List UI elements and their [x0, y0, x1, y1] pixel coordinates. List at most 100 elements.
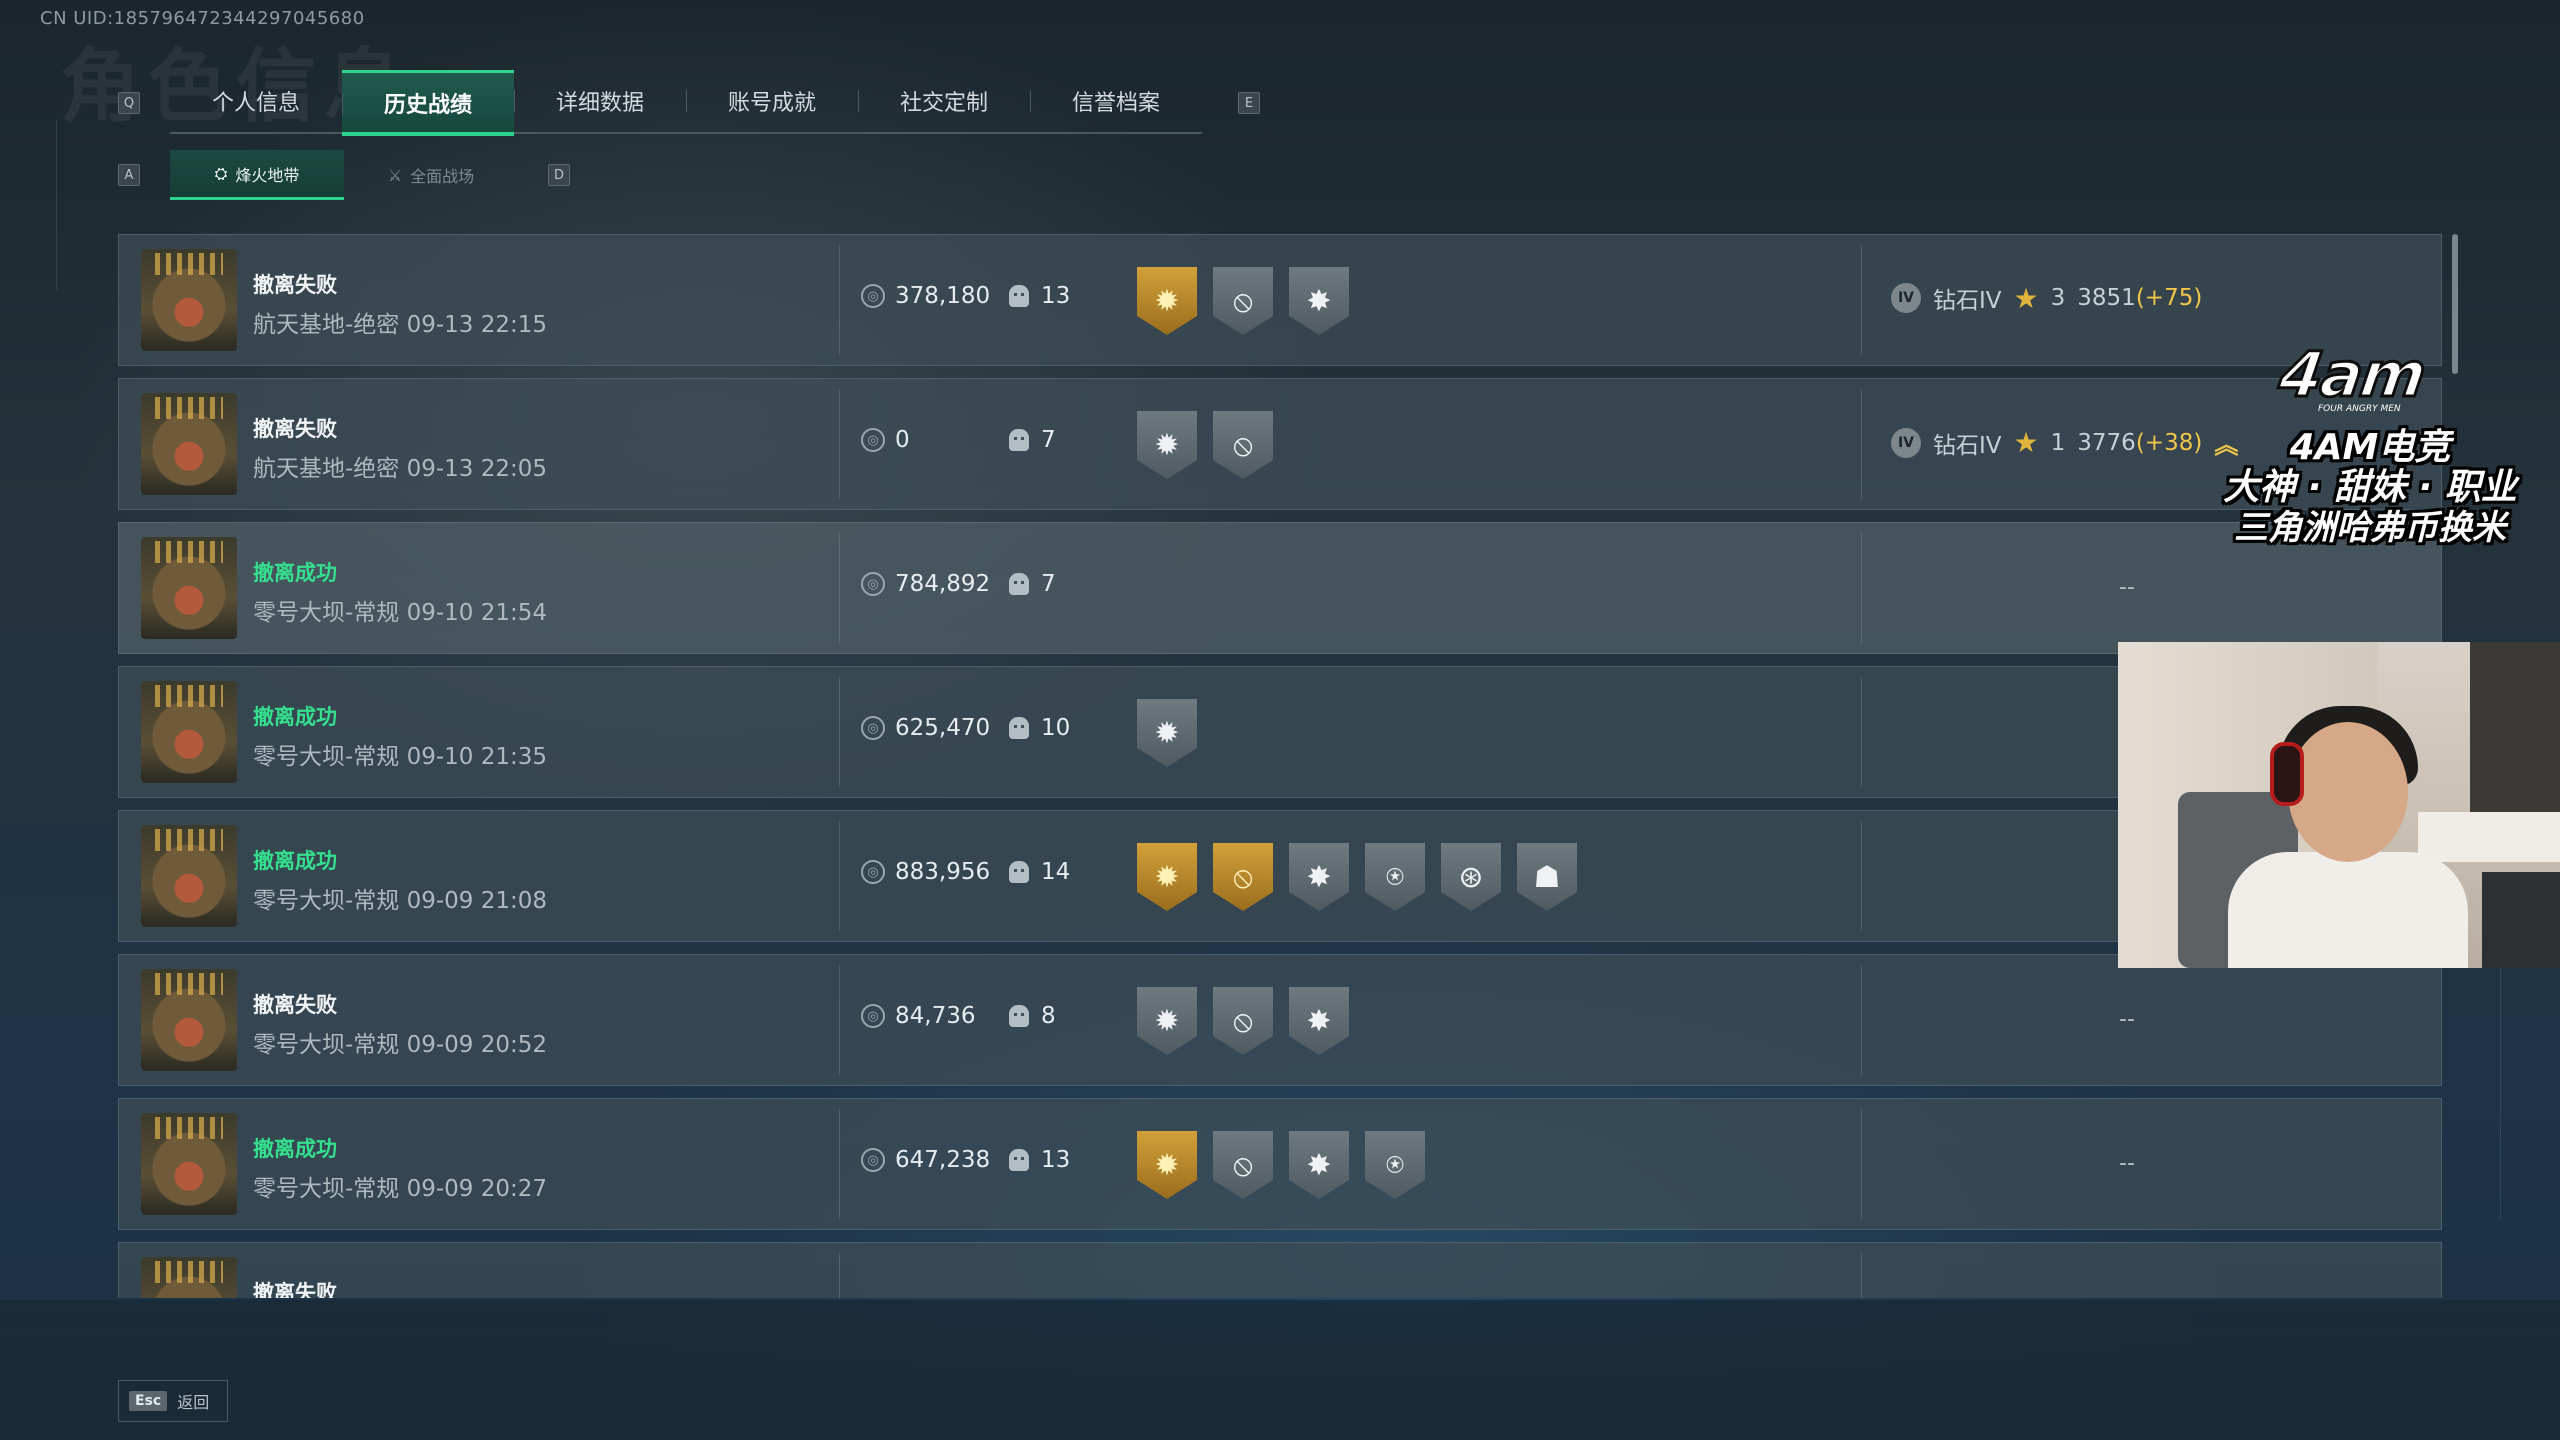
map-and-time: 零号大坝-常规 09-10 21:54 [253, 600, 548, 626]
medal-badge-icon[interactable]: ⦸ [1213, 267, 1273, 335]
divider [1861, 533, 1862, 643]
rank-tier-icon: IV [1891, 283, 1921, 313]
match-row[interactable]: 撤离成功 零号大坝-常规 09-10 21:54 ◎ 784,892 7 -- [118, 522, 2442, 654]
medal-badge-icon[interactable]: ⍟ [1365, 843, 1425, 911]
medal-list: ✹ ⦸ ✸ ⍟ [1137, 1131, 1425, 1199]
tab-credit-record[interactable]: 信誉档案 [1030, 70, 1202, 132]
kill-count: 10 [1009, 715, 1070, 741]
extraction-status: 撤离成功 [253, 705, 337, 729]
medal-badge-icon[interactable]: ✹ [1137, 267, 1197, 335]
operations-icon: ⛭ [214, 163, 228, 183]
medal-list: ✹ [1137, 699, 1197, 767]
medal-badge-icon[interactable]: ⦸ [1213, 843, 1273, 911]
rank-info: IV 钻石IV ★ 1 3776(+38) ︽ [1891, 425, 2238, 460]
match-row[interactable]: 撤离失败 零号大坝-常规 09-09 20:52 ◎ 84,736 8 ✹ ⦸ ✸ -- [118, 954, 2442, 1086]
skull-icon [1009, 573, 1029, 595]
match-row[interactable]: 撤离成功零号大坝-常规 09-09 20:27 ◎ 647,238 13 ✹ ⦸ ✸ ⍟ -- [118, 1098, 2442, 1230]
overlay-caption-3: 三角洲哈弗币换米 [2234, 508, 2506, 548]
loot-value-text: 0 [895, 427, 910, 453]
operator-avatar [141, 825, 237, 927]
tab-social-custom[interactable]: 社交定制 [858, 70, 1030, 132]
match-row[interactable]: 撤离失败 航天基地-绝密 09-13 22:05 ◎ 0 7 ✹ ⦸ IV 钻石IV ★ 1 3776… [118, 378, 2442, 510]
operator-avatar [141, 1257, 237, 1298]
medal-badge-icon[interactable]: ⍟ [1365, 1131, 1425, 1199]
medal-badge-icon[interactable]: ✹ [1137, 699, 1197, 767]
kill-count-text: 13 [1041, 1147, 1071, 1173]
medal-badge-icon[interactable]: ✸ [1289, 267, 1349, 335]
kill-count-text: 14 [1041, 859, 1071, 885]
extraction-status: 撤离成功 [253, 1137, 337, 1161]
coin-icon: ◎ [861, 572, 885, 596]
loot-value-text: 84,736 [895, 1003, 976, 1029]
extraction-status: 撤离失败 [253, 417, 337, 441]
divider [839, 389, 840, 499]
tab-detailed-stats[interactable]: 详细数据 [514, 70, 686, 132]
medal-badge-icon[interactable]: ✸ [1289, 987, 1349, 1055]
operator-avatar [141, 393, 237, 495]
medal-badge-icon[interactable]: ⊛ [1441, 843, 1501, 911]
skull-icon [1009, 1149, 1029, 1171]
divider [1861, 965, 1862, 1075]
medal-badge-icon[interactable]: ⦸ [1213, 1131, 1273, 1199]
rank-tier-icon: IV [1891, 427, 1921, 458]
operator-avatar [141, 681, 237, 783]
map-and-time: 零号大坝-常规 09-09 20:27 [253, 1176, 548, 1202]
subtab-prev-key[interactable]: A [118, 164, 140, 186]
operator-avatar [141, 249, 237, 351]
skull-icon [1009, 285, 1029, 307]
medal-badge-icon[interactable]: ✹ [1137, 1131, 1197, 1199]
medal-list: ✹ ⦸ ✸ [1137, 987, 1349, 1055]
extraction-status: 撤离失败 [253, 993, 337, 1017]
divider [839, 1253, 840, 1298]
medal-badge-icon[interactable]: ✸ [1289, 843, 1349, 911]
subtab-warfare[interactable]: ⚔ 全面战场 [344, 150, 518, 200]
back-button[interactable]: Esc 返回 [118, 1380, 228, 1422]
tab-achievements[interactable]: 账号成就 [686, 70, 858, 132]
medal-badge-icon[interactable]: ☗ [1517, 843, 1577, 911]
rank-points: 3776(+38) [2077, 429, 2203, 456]
subtab-next-key[interactable]: D [548, 164, 570, 186]
medal-badge-icon[interactable]: ✹ [1137, 843, 1197, 911]
divider [839, 965, 840, 1075]
tab-match-history[interactable]: 历史战绩 [342, 70, 514, 136]
loot-value: ◎ 378,180 [861, 283, 990, 309]
tab-prev-key[interactable]: Q [118, 92, 140, 114]
medal-list: ✹ ⦸ [1137, 411, 1273, 479]
divider [839, 677, 840, 787]
subtab-operations[interactable]: ⛭ 烽火地带 [170, 150, 344, 200]
match-row[interactable]: 撤离成功零号大坝-常规 09-09 21:08◎883,95614✹⦸✸⍟⊛☗-… [118, 810, 2442, 942]
coin-icon: ◎ [861, 1004, 885, 1028]
map-and-time: 零号大坝-常规 09-09 20:52 [253, 1032, 548, 1058]
coin-icon: ◎ [861, 716, 885, 740]
kill-count: 7 [1009, 571, 1056, 597]
star-icon: ★ [2013, 426, 2039, 459]
tab-personal-info[interactable]: 个人信息 [170, 70, 342, 132]
match-row[interactable]: 撤离失败 [118, 1242, 2442, 1298]
tab-next-key[interactable]: E [1238, 92, 1260, 114]
match-history-list: 撤离失败 航天基地-绝密 09-13 22:15 ◎ 378,180 13 ✹ ⦸ ✸ IV 钻石… [118, 234, 2442, 1298]
kill-count-text: 10 [1041, 715, 1071, 741]
kill-count: 14 [1009, 859, 1070, 885]
medal-badge-icon[interactable]: ⦸ [1213, 411, 1273, 479]
rank-stars: 1 [2050, 429, 2066, 456]
kill-count: 8 [1009, 1003, 1056, 1029]
footer-bar [0, 1300, 2560, 1440]
logo-text: 4am [2273, 337, 2430, 413]
medal-badge-icon[interactable]: ✸ [1289, 1131, 1349, 1199]
rank-empty: -- [2119, 1151, 2135, 1176]
loot-value: ◎ 84,736 [861, 1003, 975, 1029]
medal-badge-icon[interactable]: ⦸ [1213, 987, 1273, 1055]
medal-badge-icon[interactable]: ✹ [1137, 411, 1197, 479]
medal-badge-icon[interactable]: ✹ [1137, 987, 1197, 1055]
kill-count-text: 7 [1041, 427, 1056, 453]
deco-line [56, 120, 57, 290]
logo-subtext: FOUR ANGRY MEN [2318, 404, 2401, 414]
divider [1861, 1109, 1862, 1219]
kill-count: 7 [1009, 427, 1056, 453]
rank-empty: -- [2119, 575, 2135, 600]
match-row[interactable]: 撤离成功零号大坝-常规 09-10 21:35◎625,47010✹-- [118, 666, 2442, 798]
loot-value-text: 378,180 [895, 283, 991, 309]
kill-count: 13 [1009, 283, 1070, 309]
loot-value: ◎ 647,238 [861, 1147, 990, 1173]
match-row[interactable]: 撤离失败 航天基地-绝密 09-13 22:15 ◎ 378,180 13 ✹ ⦸ ✸ IV 钻石… [118, 234, 2442, 366]
